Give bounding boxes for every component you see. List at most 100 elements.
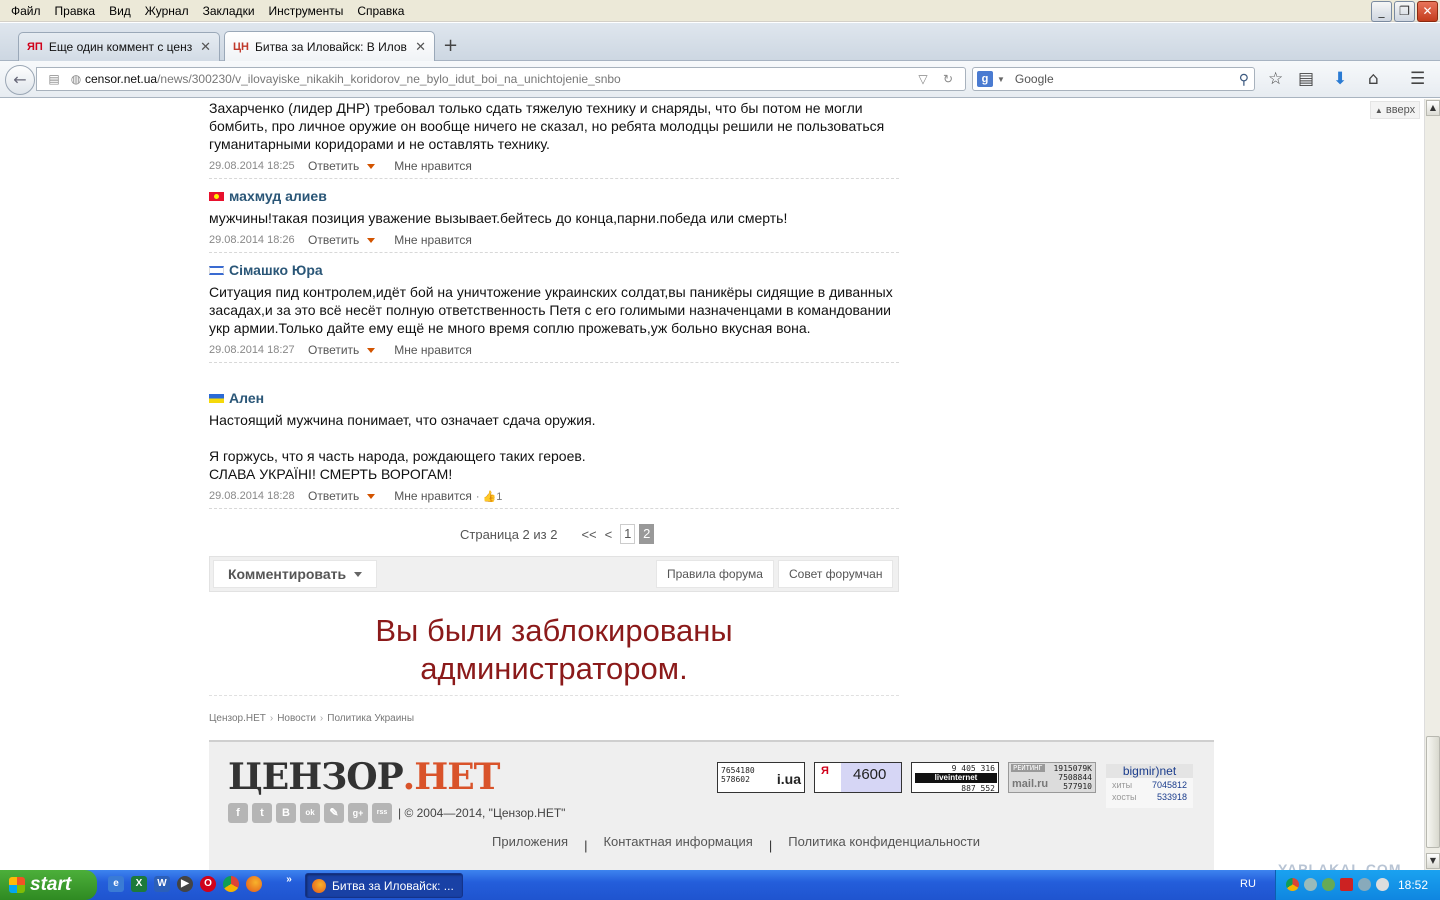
breadcrumb-home[interactable]: Цензор.НЕТ [209,713,266,724]
start-button[interactable]: start [0,870,97,900]
downloads-icon[interactable]: ⬇ [1333,69,1347,89]
facebook-icon[interactable]: f [228,803,248,823]
comment-meta: 29.08.2014 18:28 Ответить Мне нравится ·… [209,486,899,506]
ie-icon[interactable]: e [108,876,124,892]
rss-icon[interactable]: rss [372,803,392,823]
yandex-logo: Я [821,765,829,777]
menu-bookmarks[interactable]: Закладки [196,4,262,18]
chrome-icon[interactable] [223,876,239,892]
like-link[interactable]: Мне нравится [394,159,472,173]
comment-date: 29.08.2014 18:27 [209,344,295,356]
liveinternet-counter[interactable]: 9 405 316 liveinternet 887 552 [911,762,999,793]
restore-button[interactable]: ❐ [1394,1,1415,22]
opera-icon[interactable]: O [200,876,216,892]
mailru-counter[interactable]: РЕЙТИНГ 1915079К 7508844 577910 mail.ru [1008,762,1096,793]
menu-edit[interactable]: Правка [48,4,103,18]
censor-logo[interactable]: ЦЕНЗОР.НЕТ [228,756,500,798]
iua-counter[interactable]: 7654180 578602 i.ua [717,762,805,793]
like-link[interactable]: Мне нравится [394,343,472,357]
reply-link[interactable]: Ответить [308,233,359,247]
menu-icon[interactable]: ☰ [1410,69,1425,89]
word-icon[interactable]: W [154,876,170,892]
vkontakte-icon[interactable]: B [276,803,296,823]
search-box[interactable]: g ▼ Google ⚲ [972,67,1255,91]
reply-link[interactable]: Ответить [308,489,359,503]
bookmark-star-icon[interactable]: ☆ [1268,69,1283,89]
excel-icon[interactable]: X [131,876,147,892]
reply-dropdown-icon[interactable] [367,493,376,499]
copyright: | © 2004—2014, "Цензор.НЕТ" [398,806,566,820]
yandex-counter[interactable]: Я 4600 [814,762,902,793]
scroll-down-arrow-icon[interactable]: ▼ [1426,853,1440,869]
menu-file[interactable]: Файл [4,4,48,18]
tab-censor[interactable]: ЦН Битва за Иловайск: В Илова... ✕ [224,31,435,61]
author-name[interactable]: Сімашко Юра [229,262,323,278]
page-1-link[interactable]: 1 [620,524,636,544]
footer-link-contacts[interactable]: Контактная информация [603,834,752,853]
menu-history[interactable]: Журнал [138,4,196,18]
comment-button[interactable]: Комментировать [213,560,378,588]
reload-icon[interactable]: ▽ ↻ [918,72,965,86]
reply-dropdown-icon[interactable] [367,163,376,169]
footer-link-privacy[interactable]: Политика конфиденциальности [788,834,980,853]
monitor-icon[interactable] [1358,878,1371,891]
author-name[interactable]: махмуд алиев [229,188,327,204]
author-name[interactable]: Ален [229,390,264,406]
site-footer: ЦЕНЗОР.НЕТ f t B ok ✎ g+ rss | © 2004—20… [209,740,1214,870]
forum-rules-button[interactable]: Правила форума [656,560,774,588]
scroll-up-button[interactable]: ▲ вверх [1370,101,1420,119]
reply-link[interactable]: Ответить [308,159,359,173]
breadcrumb-politics[interactable]: Политика Украины [327,713,414,724]
prev-page-link[interactable]: < [605,527,613,542]
address-bar[interactable]: ▤ ◍ censor.net.ua/news/300230/v_ilovayis… [36,67,966,91]
forum-advice-button[interactable]: Совет форумчан [778,560,894,588]
menu-help[interactable]: Справка [350,4,411,18]
menu-tools[interactable]: Инструменты [262,4,351,18]
bookmarks-folder-icon[interactable]: ▤ [41,72,67,86]
like-link[interactable]: Мне нравится [394,233,472,247]
vertical-scrollbar[interactable]: ▲ ▼ [1424,99,1440,870]
livejournal-icon[interactable]: ✎ [324,803,344,823]
twitter-icon[interactable]: t [252,803,272,823]
home-icon[interactable]: ⌂ [1368,69,1379,89]
bigmir-counter[interactable]: bigmir)net хиты 7045812 хосты 533918 [1106,764,1193,808]
google-engine-icon[interactable]: g [977,71,993,87]
comment: Захарченко (лидер ДНР) требовал только с… [209,99,899,179]
close-tab-icon[interactable]: ✕ [415,39,426,55]
breadcrumb-news[interactable]: Новости [277,713,316,724]
scroll-up-arrow-icon[interactable]: ▲ [1426,100,1440,116]
odnoklassniki-icon[interactable]: ok [300,803,320,823]
back-button[interactable]: ← [5,65,35,95]
comment-separator [209,252,899,253]
google-plus-icon[interactable]: g+ [348,803,368,823]
volume-icon[interactable] [1376,878,1389,891]
url-host: censor.net.ua [85,72,158,86]
tab-yaplakal[interactable]: ЯП Еще один коммент с цензор... ✕ [18,32,220,61]
scrollbar-thumb[interactable] [1426,736,1440,848]
reply-link[interactable]: Ответить [308,343,359,357]
chrome-tray-icon[interactable] [1286,878,1299,891]
search-icon[interactable]: ⚲ [1239,71,1249,88]
close-window-button[interactable]: ✕ [1417,1,1438,22]
antivirus-icon[interactable] [1322,878,1335,891]
menu-view[interactable]: Вид [102,4,138,18]
like-link[interactable]: Мне нравится [394,489,472,503]
reply-dropdown-icon[interactable] [367,347,376,353]
reply-dropdown-icon[interactable] [367,237,376,243]
taskbar-window-firefox[interactable]: Битва за Иловайск: ... [305,873,463,898]
ati-icon[interactable] [1340,878,1353,891]
new-tab-icon[interactable]: + [443,35,458,56]
footer-link-apps[interactable]: Приложения [492,834,568,853]
firefox-icon[interactable] [246,876,262,892]
engine-dropdown-icon[interactable]: ▼ [997,75,1005,84]
chevron-right-icon[interactable]: » [284,872,294,888]
ukraine-flag-icon [209,393,224,403]
bookmarks-list-icon[interactable]: ▤ [1298,69,1314,89]
first-page-link[interactable]: << [581,527,596,542]
media-player-icon[interactable]: ▶ [177,876,193,892]
network-icon[interactable] [1304,878,1317,891]
minimize-button[interactable]: _ [1371,1,1392,22]
close-tab-icon[interactable]: ✕ [200,39,211,55]
language-indicator[interactable]: RU [1240,878,1256,890]
site-identity-icon[interactable]: ◍ [67,72,85,86]
